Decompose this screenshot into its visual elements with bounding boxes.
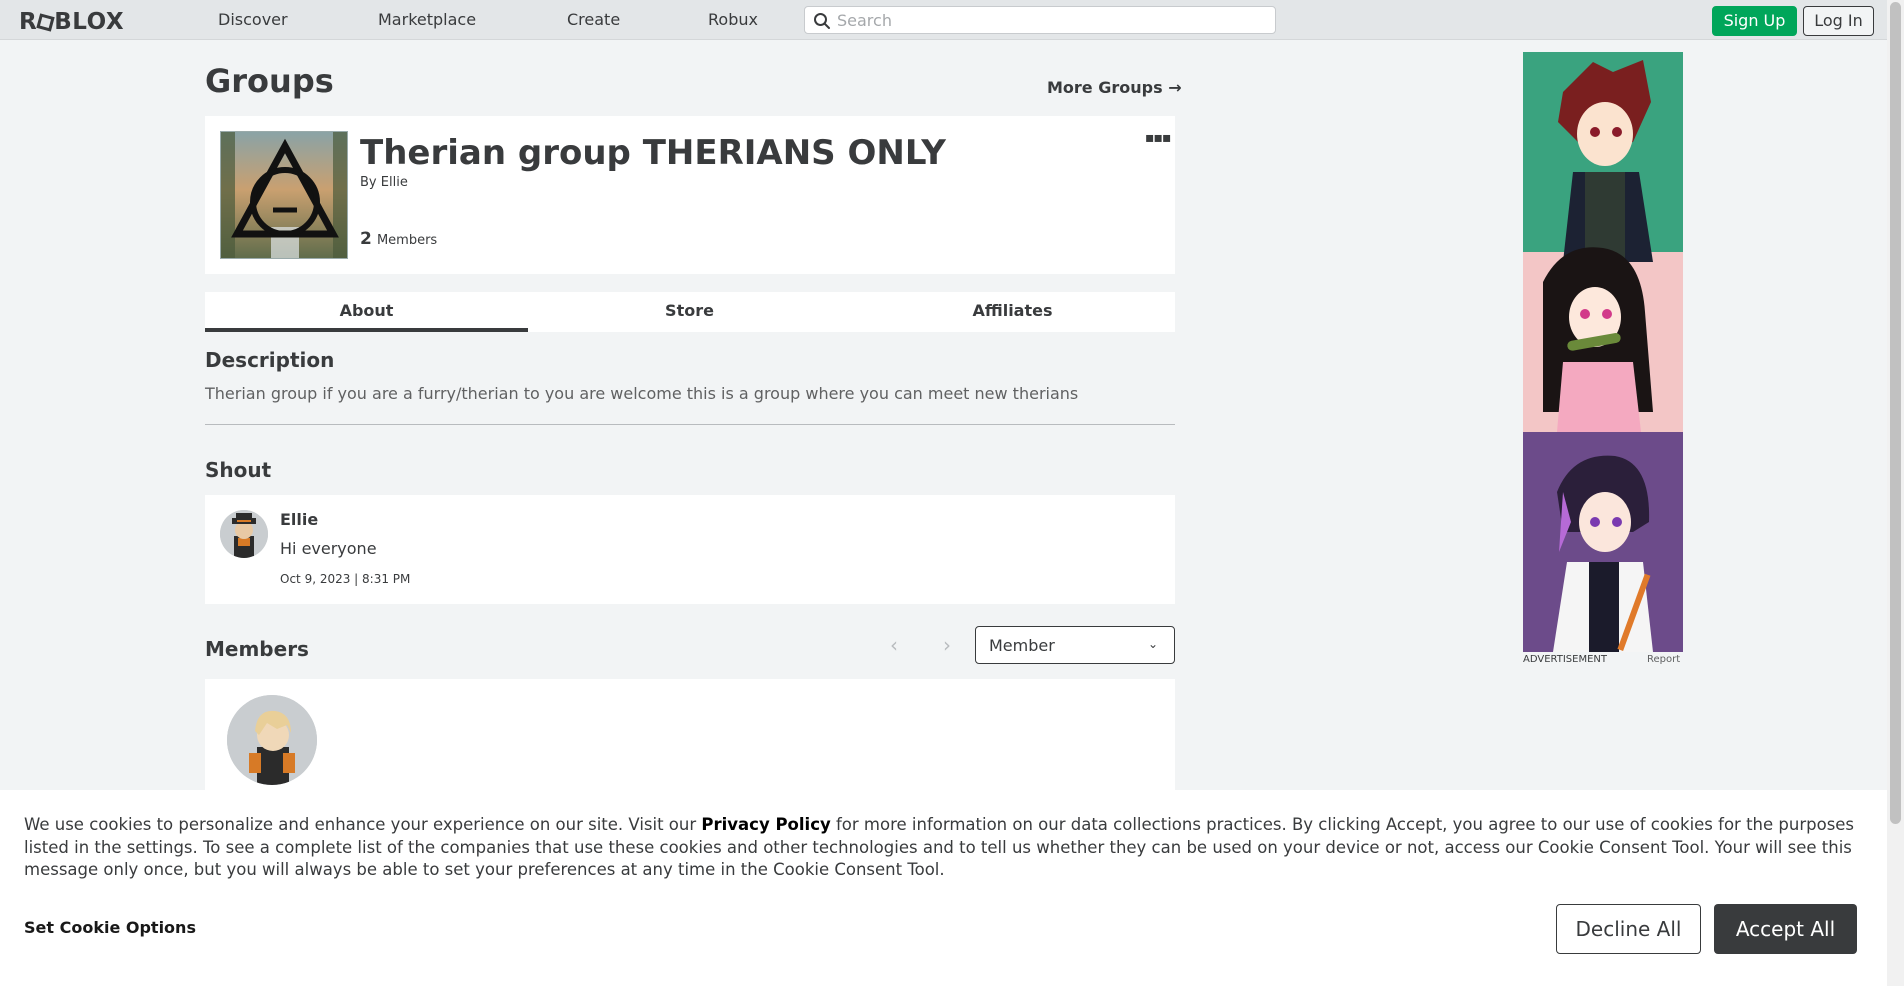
group-emblem: [220, 131, 348, 259]
member-avatar[interactable]: [227, 695, 317, 785]
tab-about[interactable]: About: [205, 292, 528, 332]
accept-all-button[interactable]: Accept All: [1714, 904, 1857, 954]
set-cookie-options-link[interactable]: Set Cookie Options: [24, 918, 196, 937]
search-input[interactable]: [837, 10, 1267, 30]
description-heading: Description: [205, 348, 335, 372]
section-divider: [205, 424, 1175, 425]
member-count-label: Members: [376, 233, 438, 248]
group-owner-link[interactable]: Ellie: [381, 175, 408, 190]
nav-create[interactable]: Create: [567, 10, 620, 29]
roblox-logo[interactable]: R BLOX: [19, 9, 124, 35]
group-header-card: Therian group THERIANS ONLY By Ellie 2 M…: [205, 116, 1175, 274]
tab-store[interactable]: Store: [528, 292, 851, 332]
role-dropdown-value: Member: [989, 636, 1055, 655]
shout-message: Hi everyone: [280, 539, 377, 558]
chevron-right-icon[interactable]: ›: [943, 633, 951, 657]
nav-discover[interactable]: Discover: [218, 10, 288, 29]
shout-username[interactable]: Ellie: [280, 510, 318, 529]
ad-report-link[interactable]: Report: [1647, 654, 1680, 665]
page-title: Groups: [205, 62, 334, 100]
cookie-message: We use cookies to personalize and enhanc…: [24, 814, 1864, 882]
more-groups-label: More Groups: [1047, 78, 1163, 97]
nav-marketplace[interactable]: Marketplace: [378, 10, 476, 29]
cookie-text-before: We use cookies to personalize and enhanc…: [24, 815, 702, 834]
more-options-icon[interactable]: ▪▪▪: [1145, 130, 1171, 146]
members-list: [205, 679, 1175, 799]
decline-all-button[interactable]: Decline All: [1556, 904, 1701, 954]
member-count-value: 2: [360, 229, 372, 249]
more-groups-link[interactable]: More Groups →: [1047, 78, 1182, 97]
sign-up-button[interactable]: Sign Up: [1712, 6, 1797, 36]
advertisement-label: ADVERTISEMENT: [1523, 654, 1608, 665]
chevron-down-icon: ⌄: [1148, 637, 1159, 651]
scrollbar-thumb[interactable]: [1890, 2, 1901, 824]
top-navigation-bar: R BLOX Discover Marketplace Create Robux …: [0, 0, 1887, 40]
privacy-policy-link[interactable]: Privacy Policy: [701, 815, 830, 834]
by-prefix: By: [360, 175, 377, 190]
role-dropdown[interactable]: Member ⌄: [975, 626, 1175, 664]
shout-heading: Shout: [205, 458, 272, 482]
group-owner-line: By Ellie: [360, 175, 408, 190]
cookie-banner: We use cookies to personalize and enhanc…: [0, 790, 1887, 986]
group-name: Therian group THERIANS ONLY: [360, 133, 946, 173]
members-heading: Members: [205, 637, 309, 661]
tab-affiliates[interactable]: Affiliates: [851, 292, 1174, 332]
arrow-right-icon: →: [1168, 78, 1182, 97]
group-description: Therian group if you are a furry/therian…: [205, 384, 1079, 403]
shout-card: Ellie Hi everyone Oct 9, 2023 | 8:31 PM: [205, 495, 1175, 604]
nav-robux[interactable]: Robux: [708, 10, 758, 29]
group-tabs: About Store Affiliates: [205, 292, 1175, 332]
group-member-count: 2 Members: [360, 229, 437, 249]
advertisement-banner[interactable]: [1523, 52, 1683, 652]
shout-timestamp: Oct 9, 2023 | 8:31 PM: [280, 572, 411, 586]
search-box: [804, 6, 1276, 34]
log-in-button[interactable]: Log In: [1803, 6, 1874, 36]
shout-avatar[interactable]: [220, 510, 268, 558]
search-icon[interactable]: [813, 12, 831, 30]
chevron-left-icon[interactable]: ‹: [890, 633, 898, 657]
